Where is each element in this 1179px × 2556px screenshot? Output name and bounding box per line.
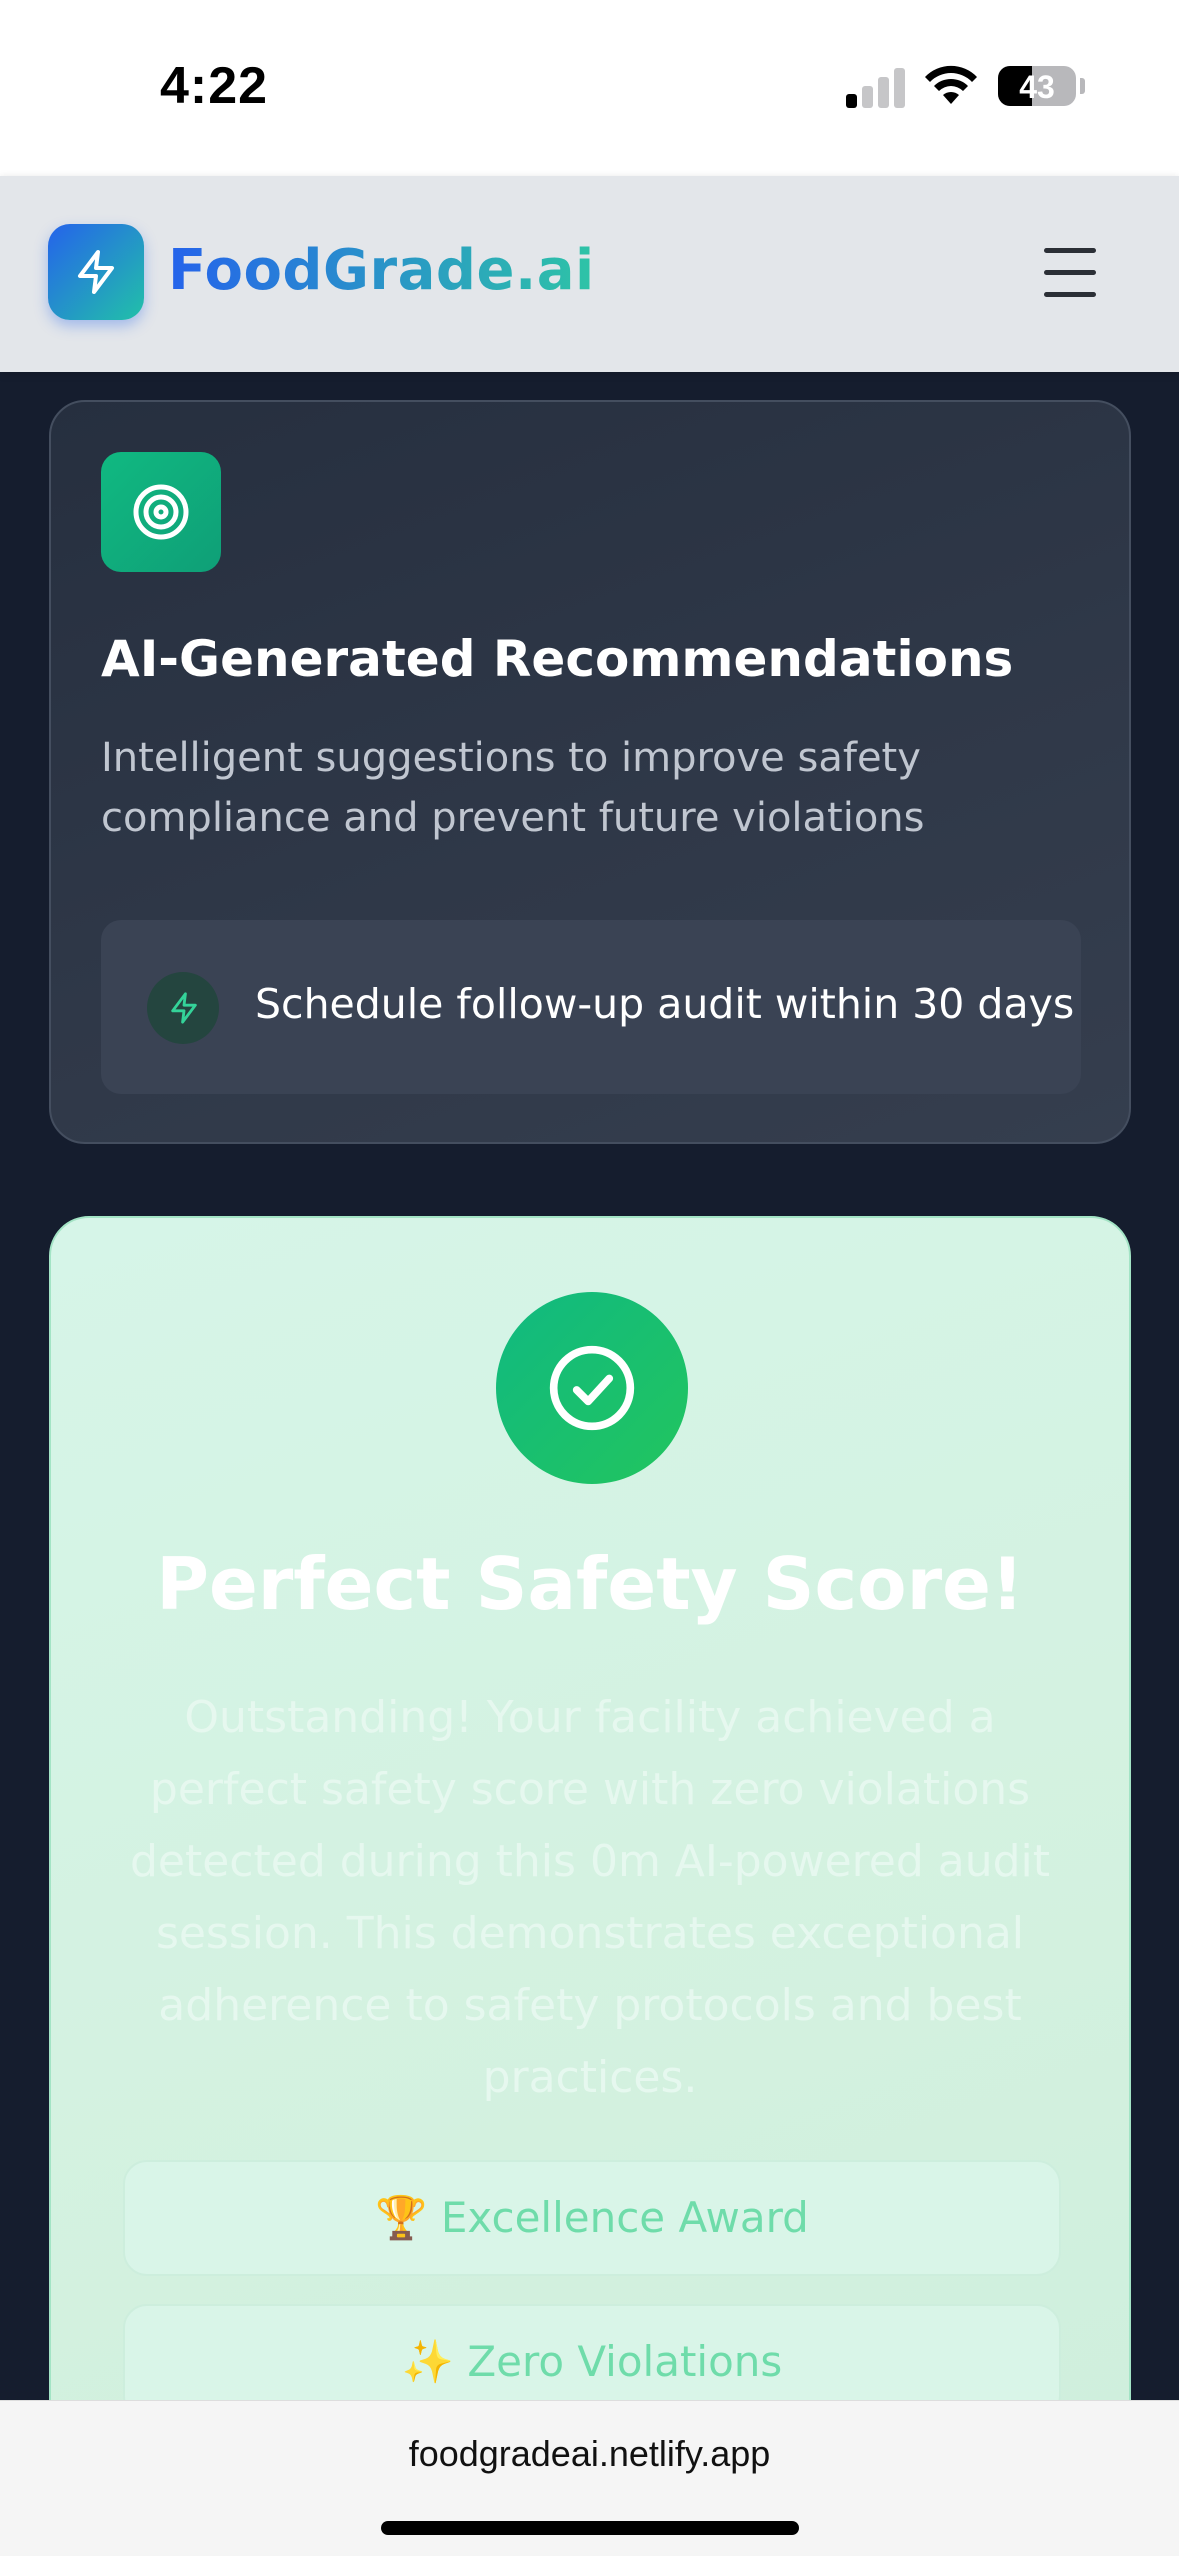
score-description: Outstanding! Your facility achieved a pe… [121, 1682, 1059, 2114]
description-line: Intelligent suggestions to improve safet… [101, 735, 921, 781]
status-time: 4:22 [160, 57, 269, 115]
brand-name[interactable]: FoodGrade.ai [168, 238, 595, 303]
description-line: perfect safety score with zero violation… [149, 1764, 1031, 1815]
recommendation-item[interactable]: Schedule follow-up audit within 30 days [101, 920, 1081, 1094]
lightning-bolt-icon [78, 250, 114, 294]
score-title: Perfect Safety Score! [156, 1542, 1024, 1626]
lightning-bolt-icon [171, 992, 197, 1024]
recommendations-description: Intelligent suggestions to improve safet… [101, 728, 1001, 848]
recommendations-card: AI-Generated Recommendations Intelligent… [49, 400, 1131, 1144]
check-circle-badge [496, 1292, 688, 1484]
battery-tip [1080, 78, 1085, 94]
hamburger-menu-icon[interactable] [1040, 246, 1100, 302]
sparkles-icon: ✨ [401, 2337, 454, 2386]
badge-label: Zero Violations [467, 2337, 783, 2386]
app-header: FoodGrade.ai [0, 176, 1179, 372]
perfect-score-card: Perfect Safety Score! Outstanding! Your … [49, 1216, 1131, 2556]
recommendation-text: Schedule follow-up audit within 30 days [255, 980, 1075, 1028]
description-line: compliance and prevent future violations [101, 795, 925, 841]
description-line: adherence to safety protocols and best [158, 1980, 1022, 2031]
recommendations-title: AI-Generated Recommendations [101, 630, 1014, 688]
target-icon-badge [101, 452, 221, 572]
description-line: detected during this 0m AI-powered audit [129, 1836, 1051, 1887]
badge-label: Excellence Award [440, 2193, 809, 2242]
recommendation-icon-wrap [147, 972, 219, 1044]
status-bar: 4:22 43 [0, 0, 1179, 176]
wifi-icon [925, 65, 977, 104]
description-line: Outstanding! Your facility achieved a [184, 1692, 996, 1743]
battery-percent: 43 [1019, 69, 1055, 105]
logo[interactable] [48, 224, 144, 320]
description-line: session. This demonstrates exceptional [155, 1908, 1025, 1959]
trophy-icon: 🏆 [375, 2193, 428, 2242]
home-indicator[interactable] [381, 2521, 799, 2535]
browser-url-bar[interactable]: foodgradeai.netlify.app [0, 2400, 1179, 2556]
excellence-award-badge: 🏆 Excellence Award [123, 2160, 1061, 2276]
description-line: practices. [482, 2052, 698, 2103]
target-icon [133, 484, 189, 540]
battery-icon: 43 [998, 66, 1076, 106]
check-circle-icon [549, 1345, 635, 1431]
cellular-signal-icon [846, 66, 906, 108]
url-text[interactable]: foodgradeai.netlify.app [0, 2433, 1179, 2475]
